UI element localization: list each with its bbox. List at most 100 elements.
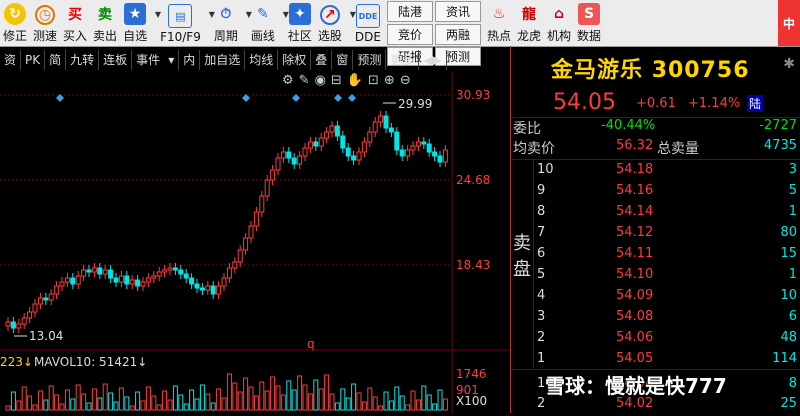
candle-body [345,147,351,157]
sell-level-row[interactable]: 6 54.11 15 [511,246,800,266]
data-button[interactable]: S 数据 [574,0,604,46]
community-button[interactable]: ✦ 社区 [285,0,315,46]
news-button[interactable]: 资讯 [434,1,481,22]
stock-pick-button[interactable]: ↗ 选股 ▼ [315,0,356,46]
sell-level-row[interactable]: 8 54.14 1 [511,204,800,224]
dragon-button[interactable]: 龍龙虎 [514,0,544,46]
tab-nine-turn[interactable]: 九转 [66,50,100,70]
hot-button[interactable]: ♨ 热点 [484,0,514,46]
tab-window[interactable]: 窗 [332,50,354,70]
high-marker: 29.99 [398,97,432,111]
candle-body [388,127,394,133]
auction-button[interactable]: 竞价 [386,24,433,45]
sell-level-row[interactable]: 9 54.16 5 [511,183,800,203]
sell-level-row[interactable]: 5 54.10 1 [511,267,800,287]
buy-level-v: 25 [780,396,797,411]
ime-button[interactable]: 中 [777,0,800,46]
sell-level-row[interactable]: 4 54.09 10 [511,288,800,308]
tab-nav[interactable]: ◀▶ [419,50,447,70]
candle-body [421,141,427,145]
tab-pk[interactable]: PK [21,50,46,70]
sell-level-row[interactable]: 2 54.06 48 [511,330,800,350]
sell-level-row[interactable]: 10 54.18 3 [511,162,800,182]
speed-test-button[interactable]: ◷ 测速 [30,0,60,46]
weibi-row: 委比 -40.44% -2727 [511,117,800,138]
stock-pick-icon: ↗ [319,5,340,25]
tab-inner[interactable]: 内 [179,50,201,70]
sell-level-v: 1 [788,204,797,219]
watchlist-button[interactable]: ★ 自选 ▼ [120,0,161,46]
sell-level-row[interactable]: 1 54.05 114 [511,351,800,371]
candle-body [135,279,141,287]
volume-bar [54,394,60,411]
kline-chart[interactable]: 30.93 24.68 18.43 29.99 13.04 q 223↓ MAV… [0,72,510,413]
tab-simple[interactable]: 简 [45,50,67,70]
tab-info[interactable]: 资 [0,50,22,70]
tab-exright[interactable]: 除权 [278,50,312,70]
gear-icon[interactable]: ✱ [783,56,795,72]
price-change: +0.61 [636,96,676,111]
sell-button[interactable]: 卖卖出 [90,0,120,46]
dde-button[interactable]: DDE DDE [352,0,384,46]
volume-bar [248,386,254,411]
sell-level-p: 54.05 [616,351,654,366]
tab-forecast[interactable]: 预测 [353,50,387,70]
tab-ma[interactable]: 均线 [245,50,279,70]
candle-body [10,321,16,329]
buy-button[interactable]: 买买入 [60,0,90,46]
volume-bar [43,399,49,411]
sell-level-v: 5 [788,183,797,198]
lugang-button[interactable]: 陆港 [386,1,433,22]
tab-limit-up[interactable]: 连板 [99,50,133,70]
sell-level-v: 15 [780,246,797,261]
margin-button[interactable]: 两融 [434,24,481,45]
candle-body [118,275,124,283]
cycle-icon: ⏱ [220,6,232,22]
candle-body [151,275,157,279]
buy-level-row[interactable]: 2 54.02 25 [511,396,800,416]
candle-body [178,269,184,275]
candle-body [216,285,222,295]
volume-bar [108,392,114,411]
volume-bar [216,388,222,411]
sell-level-lv: 5 [537,267,546,282]
sell-level-p: 54.10 [616,267,654,282]
candle-body [86,269,92,273]
sell-level-row[interactable]: 7 54.12 80 [511,225,800,245]
volume-bar [37,390,43,411]
tab-add-watch[interactable]: 加自选 [200,50,246,70]
toolbar: ↻ 修正 ◷ 测速 买买入 卖卖出 ★ 自选 ▼ ▤ F10/F9 ▼ ⏱ 周期 ▼ ✎ 画线 ▼ … [0,0,800,66]
refresh-button[interactable]: ↻ 修正 [0,0,30,46]
tab-more[interactable]: 更多 [386,50,420,70]
candle-body [324,131,330,139]
sell-level-p: 54.06 [616,330,654,345]
tab-overlay[interactable]: 叠 [311,50,333,70]
draw-line-button[interactable]: ✎ 画线 ▼ [248,0,289,46]
candle-body [16,323,22,329]
f10-button[interactable]: ▤ F10/F9 ▼ [157,0,215,46]
volume-bar [140,400,146,411]
candle-body [313,141,319,147]
candle-body [156,271,162,277]
volume-bar [172,385,178,411]
sell-level-p: 54.16 [616,183,654,198]
volume-bar [286,380,292,411]
price-change-pct: +1.14% [688,96,741,111]
candle-body [280,151,286,159]
candle-body [302,147,308,157]
candle-body [372,121,378,133]
sell-level-row[interactable]: 3 54.08 6 [511,309,800,329]
candle-body [264,179,270,197]
sell-level-v: 114 [772,351,797,366]
volume-bar [394,386,400,411]
volume-bar [102,383,108,411]
volume-bar [135,391,141,411]
institution-button[interactable]: ⌂ 机构 [544,0,574,46]
tab-dropdown[interactable]: ▾ [164,50,180,70]
tab-events[interactable]: 事件 [132,50,164,70]
volume-bar [70,398,76,411]
stock-title: 金马游乐 300756 [551,58,750,83]
candle-body [210,285,216,295]
period-button[interactable]: ⏱ 周期 ▼ [211,0,252,46]
volume-bar [91,388,97,411]
